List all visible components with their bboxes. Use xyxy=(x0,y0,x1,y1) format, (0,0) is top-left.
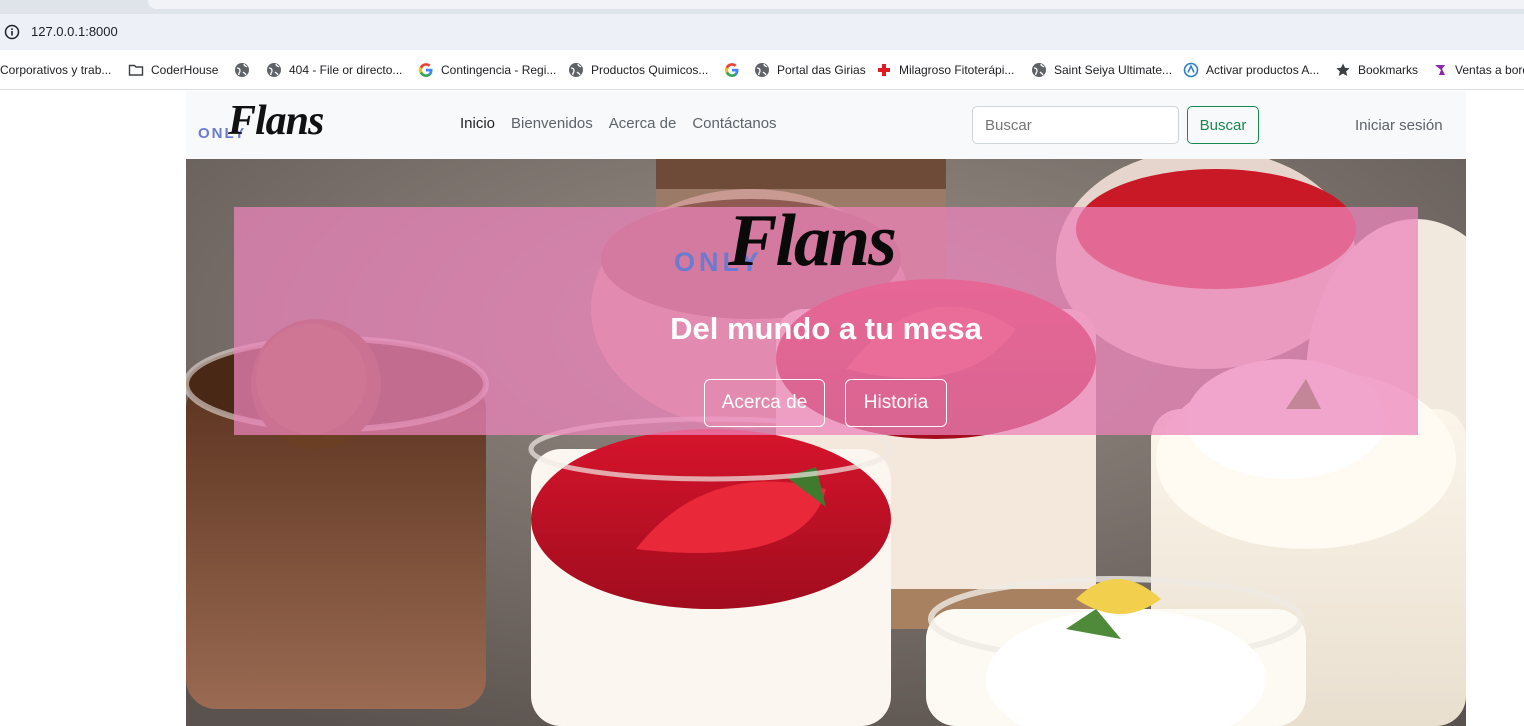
hero-logo: ONLY Flans xyxy=(674,200,994,293)
login-link[interactable]: Iniciar sesión xyxy=(1355,117,1443,134)
bookmark-label: Activar productos A... xyxy=(1206,63,1320,77)
hero-acerca-button[interactable]: Acerca de xyxy=(704,379,825,427)
bookmark-label: Productos Quimicos... xyxy=(591,63,709,77)
bookmark-saint-seiya[interactable]: Saint Seiya Ultimate... xyxy=(1031,62,1172,78)
nav-link-inicio[interactable]: Inicio xyxy=(460,115,495,132)
search-button[interactable]: Buscar xyxy=(1187,106,1259,144)
google-icon xyxy=(419,63,433,77)
url-text[interactable]: 127.0.0.1:8000 xyxy=(31,24,118,39)
bookmark-portal[interactable]: Portal das Girias xyxy=(754,62,866,78)
globe-icon xyxy=(755,63,769,77)
nav-link-contactanos[interactable]: Contáctanos xyxy=(692,115,776,132)
bookmark-label: Milagroso Fitoterápi... xyxy=(899,63,1015,77)
nav-link-bienvenidos[interactable]: Bienvenidos xyxy=(511,115,593,132)
bookmark-milagroso[interactable]: Milagroso Fitoterápi... xyxy=(876,62,1014,78)
navbar-logo[interactable]: ONLY Flans xyxy=(198,98,358,147)
bookmark-contingencia[interactable]: Contingencia - Regi... xyxy=(418,62,556,78)
red-cross-icon xyxy=(878,64,890,76)
bookmark-label: Saint Seiya Ultimate... xyxy=(1054,63,1173,77)
hero-carousel: ONLY Flans Del mundo a tu mesa Acerca de… xyxy=(186,159,1466,726)
bookmark-label: Contingencia - Regi... xyxy=(441,63,557,77)
address-bar[interactable]: 127.0.0.1:8000 xyxy=(0,14,1524,50)
globe-icon xyxy=(569,63,583,77)
bookmark-label: Portal das Girias xyxy=(777,63,866,77)
hero-tagline: Del mundo a tu mesa xyxy=(670,311,982,346)
bookmark-coderhouse[interactable]: CoderHouse xyxy=(128,62,218,78)
search-input[interactable] xyxy=(972,106,1179,144)
bookmark-label: Bookmarks xyxy=(1358,63,1419,77)
globe-icon xyxy=(267,63,281,77)
browser-active-tab[interactable] xyxy=(148,0,1524,9)
activation-icon xyxy=(1183,62,1199,78)
bookmark-google[interactable] xyxy=(724,62,747,78)
bookmark-label: Corporativos y trab... xyxy=(0,63,112,77)
website: ONLY Flans Inicio Bienvenidos Acerca de … xyxy=(186,91,1466,726)
bookmark-label: 404 - File or directo... xyxy=(289,63,403,77)
bookmark-productos[interactable]: Productos Quimicos... xyxy=(568,62,708,78)
site-navbar: ONLY Flans Inicio Bienvenidos Acerca de … xyxy=(186,91,1466,159)
bookmarks-bar: Corporativos y trab... CoderHouse 404 - … xyxy=(0,50,1524,90)
info-icon[interactable] xyxy=(4,24,20,40)
purple-logo-icon xyxy=(1435,65,1445,75)
hero-historia-button[interactable]: Historia xyxy=(845,379,947,427)
bookmark-globe[interactable] xyxy=(234,62,257,78)
hero-logo-flans-text: Flans xyxy=(728,200,897,282)
globe-icon xyxy=(1032,63,1046,77)
bookmark-label: CoderHouse xyxy=(151,63,219,77)
google-icon xyxy=(725,63,739,77)
folder-icon xyxy=(128,64,144,76)
bookmark-activar[interactable]: Activar productos A... xyxy=(1183,62,1319,78)
bookmark-404[interactable]: 404 - File or directo... xyxy=(266,62,402,78)
bookmark-bookmarks[interactable]: Bookmarks xyxy=(1335,62,1418,78)
bookmark-label: Ventas a bord xyxy=(1455,63,1524,77)
hero-overlay-box: ONLY Flans Del mundo a tu mesa Acerca de… xyxy=(234,200,1418,435)
bookmark-corporativos[interactable]: Corporativos y trab... xyxy=(0,62,111,78)
bookmark-ventas[interactable]: Ventas a bord xyxy=(1432,62,1524,78)
logo-flans-text: Flans xyxy=(228,98,324,144)
star-icon xyxy=(1336,63,1350,76)
globe-icon xyxy=(235,63,249,77)
nav-links: Inicio Bienvenidos Acerca de Contáctanos xyxy=(460,115,777,132)
nav-link-acerca[interactable]: Acerca de xyxy=(609,115,677,132)
browser-tab-strip xyxy=(0,0,1524,14)
